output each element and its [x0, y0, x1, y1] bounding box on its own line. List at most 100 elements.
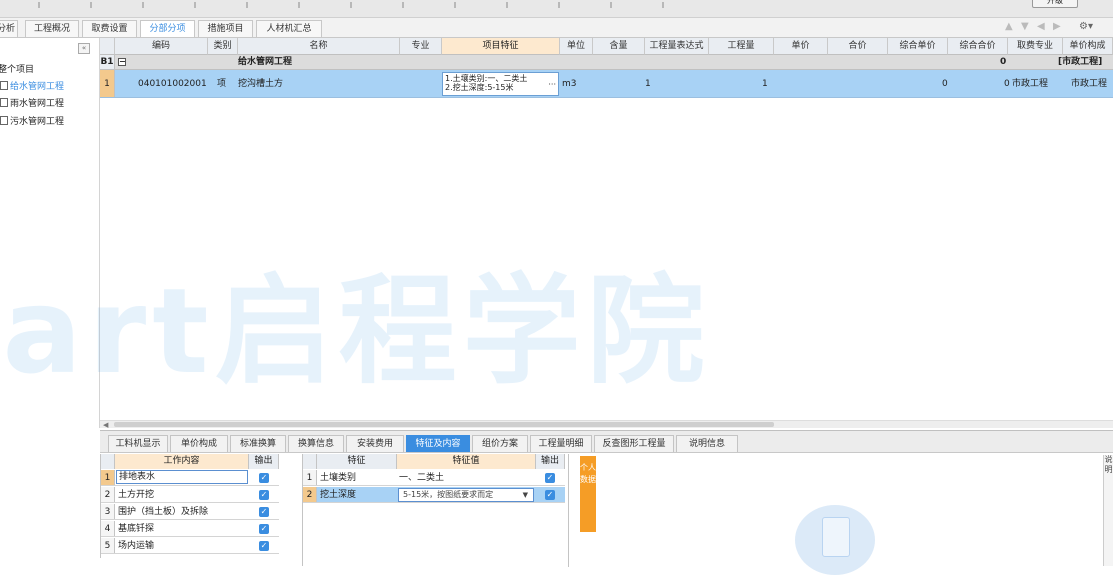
table-row[interactable]: 2 挖土深度 5-15米，按图纸要求而定 ▼ ✓ — [303, 487, 565, 503]
tab-labor-material-summary[interactable]: 人材机汇总 — [256, 20, 322, 37]
header-price-composition[interactable]: 单价构成 — [1063, 38, 1113, 55]
header-combined-unit[interactable]: 综合单价 — [888, 38, 948, 55]
list-item[interactable]: 4 基底钎探 ✓ — [101, 521, 279, 537]
header-quantity-expr[interactable]: 工程量表达式 — [645, 38, 709, 55]
move-left-icon[interactable]: ◀ — [1037, 22, 1047, 32]
list-item[interactable]: 3 围护（挡土板）及拆除 ✓ — [101, 504, 279, 520]
header-features[interactable]: 项目特征 — [442, 38, 560, 55]
personal-data-tab[interactable]: 个人数据 — [580, 456, 596, 532]
divider — [568, 454, 569, 567]
row-unit[interactable]: m3 — [562, 70, 590, 97]
output-checkbox[interactable]: ✓ — [259, 541, 269, 551]
collapse-sidebar-button[interactable]: « — [78, 43, 90, 54]
header-work-content[interactable]: 工作内容 — [115, 454, 249, 469]
tab-project-overview[interactable]: 工程概况 — [25, 20, 79, 37]
header-name[interactable]: 名称 — [238, 38, 400, 55]
feature-value-dropdown[interactable]: 5-15米，按图纸要求而定 ▼ — [398, 488, 534, 502]
move-up-icon[interactable]: ▲ — [1005, 22, 1015, 32]
tab-reverse-lookup[interactable]: 反查图形工程量 — [594, 435, 674, 452]
features-editor[interactable]: 1.土壤类别:一、二类土 2.挖土深度:5-15米 ··· — [442, 72, 559, 96]
tab-labor-materials[interactable]: 工料机显示 — [108, 435, 168, 452]
group-row[interactable]: B1 − 给水管网工程 0 [市政工程] — [100, 55, 1113, 70]
tab-sub-items[interactable]: 分部分项 — [140, 20, 195, 37]
file-icon — [0, 116, 8, 125]
header-content[interactable]: 含量 — [593, 38, 645, 55]
header-output[interactable]: 输出 — [249, 454, 279, 469]
header-type[interactable]: 类别 — [208, 38, 238, 55]
header-rownum — [100, 38, 115, 55]
tab-measures[interactable]: 措施项目 — [198, 20, 253, 37]
more-icon[interactable]: ··· — [548, 80, 556, 89]
tree-item-rainwater[interactable]: 雨水管网工程 — [0, 97, 64, 111]
move-right-icon[interactable]: ▶ — [1053, 22, 1063, 32]
output-checkbox[interactable]: ✓ — [545, 473, 555, 483]
tab-price-composition[interactable]: 单价构成 — [170, 435, 228, 452]
feature-line-1: 1.土壤类别:一、二类土 — [445, 74, 528, 83]
tab-description[interactable]: 说明信息 — [676, 435, 738, 452]
tab-pricing-plan[interactable]: 组价方案 — [472, 435, 528, 452]
tab-quantity-detail[interactable]: 工程量明细 — [530, 435, 592, 452]
table-row[interactable]: 1 040101002001 项 挖沟槽土方 1.土壤类别:一、二类土 2.挖土… — [100, 70, 1113, 98]
horizontal-scrollbar[interactable]: ◀ — [100, 420, 1113, 429]
header-code[interactable]: 编码 — [115, 38, 208, 55]
collapse-group-icon[interactable]: − — [118, 58, 126, 66]
upgrade-button[interactable]: 升级 — [1032, 0, 1078, 8]
tree-root[interactable]: 整个项目 — [0, 63, 34, 77]
header-total[interactable]: 合价 — [828, 38, 888, 55]
row-combined-unit: 0 — [942, 79, 948, 89]
output-checkbox[interactable]: ✓ — [545, 490, 555, 500]
header-quantity[interactable]: 工程量 — [709, 38, 774, 55]
header-output[interactable]: 输出 — [536, 454, 565, 469]
row-number: 1 — [100, 70, 115, 97]
header-feature-value[interactable]: 特征值 — [397, 454, 536, 469]
tab-fee-settings[interactable]: 取费设置 — [82, 20, 137, 37]
table-row[interactable]: 1 土壤类别 一、二类土 ✓ — [303, 470, 565, 486]
output-checkbox[interactable]: ✓ — [259, 507, 269, 517]
row-code[interactable]: 040101002001 — [138, 70, 208, 97]
tree-item-water-supply[interactable]: 给水管网工程 — [0, 80, 64, 94]
header-feature[interactable]: 特征 — [317, 454, 397, 469]
row-move-toolbar: ▲ ▼ ◀ ▶ ⚙▾ — [1005, 21, 1105, 35]
list-item[interactable]: 1 排地表水 ✓ — [101, 470, 279, 486]
header-combined-total[interactable]: 综合合价 — [948, 38, 1008, 55]
chevron-down-icon[interactable]: ▼ — [523, 489, 528, 501]
main-tab-bar: 分析 工程概况 取费设置 分部分项 措施项目 人材机汇总 — [0, 18, 1113, 38]
row-name[interactable]: 挖沟槽土方 — [238, 70, 388, 97]
scrollbar-thumb[interactable] — [114, 422, 774, 427]
header-fee-major[interactable]: 取费专业 — [1008, 38, 1063, 55]
tab-analysis[interactable]: 分析 — [0, 20, 18, 37]
tab-standard-conversion[interactable]: 标准换算 — [230, 435, 286, 452]
tab-install-fees[interactable]: 安装费用 — [346, 435, 404, 452]
row-type[interactable]: 项 — [217, 70, 233, 97]
group-row-fee: [市政工程] — [1058, 57, 1103, 67]
output-checkbox[interactable]: ✓ — [259, 524, 269, 534]
file-icon — [0, 98, 8, 107]
row-quantity[interactable]: 1 — [762, 70, 770, 97]
work-content-table: 工作内容 输出 1 排地表水 ✓ 2 土方开挖 ✓ 3 围护（挡土板）及拆除 ✓… — [100, 454, 279, 558]
row-content[interactable]: 1 — [645, 70, 653, 97]
settings-dropdown-icon[interactable]: ⚙▾ — [1079, 22, 1101, 32]
id-card-icon — [822, 517, 850, 557]
output-checkbox[interactable]: ✓ — [259, 490, 269, 500]
list-item[interactable]: 5 场内运输 ✓ — [101, 538, 279, 554]
output-checkbox[interactable]: ✓ — [259, 473, 269, 483]
watermark: tart启程学院 — [0, 262, 711, 400]
tree-item-sewage[interactable]: 污水管网工程 — [0, 115, 64, 129]
scroll-left-icon[interactable]: ◀ — [103, 421, 108, 429]
tab-conversion-info[interactable]: 换算信息 — [288, 435, 344, 452]
list-item[interactable]: 2 土方开挖 ✓ — [101, 487, 279, 503]
group-row-id: B1 — [100, 55, 115, 69]
group-row-name: 给水管网工程 — [238, 57, 293, 67]
row-price-composition[interactable]: 市政工程 — [1071, 70, 1113, 97]
header-major[interactable]: 专业 — [400, 38, 442, 55]
header-unit[interactable]: 单位 — [560, 38, 593, 55]
tab-features-content[interactable]: 特征及内容 — [406, 435, 470, 452]
header-unit-price[interactable]: 单价 — [774, 38, 828, 55]
feature-table: 特征 特征值 输出 1 土壤类别 一、二类土 ✓ 2 挖土深度 5-15米，按图… — [302, 454, 565, 566]
description-side-tab[interactable]: 说明 — [1103, 455, 1113, 566]
row-fee-major[interactable]: 市政工程 — [1012, 70, 1060, 97]
detail-tab-bar: 工料机显示 单价构成 标准换算 换算信息 安装费用 特征及内容 组价方案 工程量… — [100, 431, 1113, 453]
feature-line-2: 2.挖土深度:5-15米 — [445, 83, 514, 92]
move-down-icon[interactable]: ▼ — [1021, 22, 1031, 32]
detail-panel: 工料机显示 单价构成 标准换算 换算信息 安装费用 特征及内容 组价方案 工程量… — [100, 430, 1113, 567]
